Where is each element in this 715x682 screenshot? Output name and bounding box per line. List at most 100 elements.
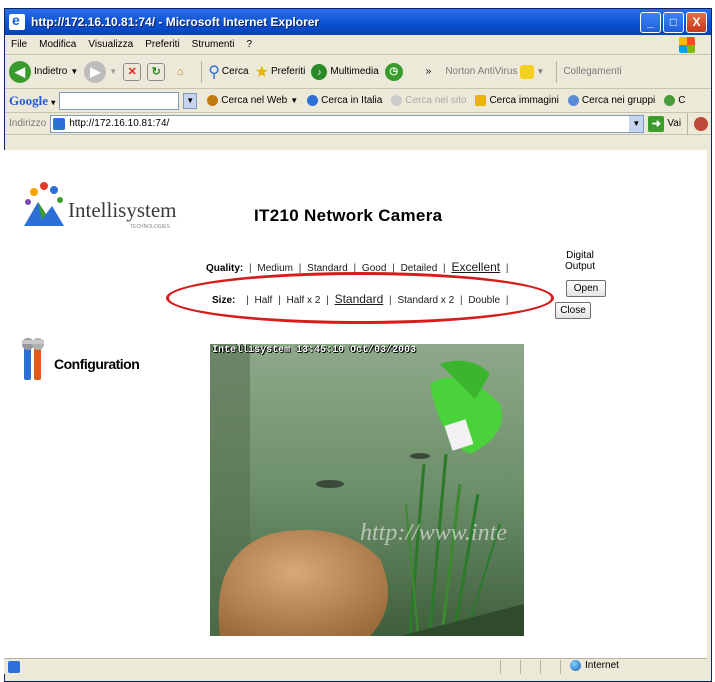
menu-help[interactable]: ? (246, 39, 252, 50)
search-groups-button[interactable]: Cerca nei gruppi (567, 95, 656, 106)
search-images-icon (475, 95, 487, 106)
search-images-button[interactable]: Cerca immagini (475, 95, 559, 106)
google-extra-label: C (678, 95, 686, 106)
address-bar: Indirizzo http://172.16.10.81:74/ ▼ ➜ Va… (5, 112, 711, 135)
back-label: Indietro (34, 66, 68, 77)
address-label: Indirizzo (9, 118, 47, 129)
address-url: http://172.16.10.81:74/ (69, 118, 170, 129)
google-history-dropdown[interactable]: ▼ (183, 92, 198, 109)
title-bar[interactable]: http://172.16.10.81:74/ - Microsoft Inte… (5, 9, 711, 35)
menu-strumenti[interactable]: Strumenti (192, 39, 235, 50)
address-input[interactable]: http://172.16.10.81:74/ ▼ (50, 114, 645, 133)
search-groups-icon (567, 95, 579, 106)
zone-label: Internet (585, 660, 619, 671)
home-icon: ⌂ (176, 65, 184, 78)
status-cell (560, 659, 561, 674)
refresh-icon: ↻ (147, 62, 166, 81)
norton-label: Norton AntiVirus (445, 66, 518, 77)
search-italy-label: Cerca in Italia (321, 95, 383, 106)
camera-image (210, 344, 524, 636)
page-content: Intellisystem TECHNOLOGIES IT210 Network… (4, 150, 707, 658)
configuration-tools-icon (22, 338, 44, 380)
norton-shield-icon[interactable] (694, 116, 708, 131)
status-cell (500, 659, 501, 674)
close-window-button[interactable]: X (686, 11, 707, 33)
stop-icon: ✕ (123, 62, 142, 81)
search-icon: ⚲ (208, 63, 220, 81)
search-label: Cerca (221, 66, 249, 77)
google-search-input[interactable] (59, 91, 180, 110)
menu-modifica[interactable]: Modifica (39, 39, 76, 50)
toolbar-chevron[interactable]: » (426, 66, 432, 77)
watermark-text: http://www.inte (360, 520, 507, 546)
annotation-ellipse (166, 272, 554, 324)
configuration-link[interactable]: Configuration (20, 338, 160, 384)
search-web-button[interactable]: Cerca nel Web ▼ (207, 95, 298, 106)
logo-subtext: TECHNOLOGIES (130, 224, 170, 230)
google-logo-text: Google (9, 92, 48, 108)
status-bar: Internet (4, 658, 707, 674)
search-site-icon (391, 95, 403, 106)
google-extra-button[interactable]: C (664, 95, 686, 106)
configuration-label: Configuration (54, 356, 140, 372)
digital-output-line2: Output (564, 261, 596, 272)
timestamp-overlay: Intellisystem 13:45:10 Oct/03/2003 (212, 345, 417, 356)
menu-file[interactable]: File (11, 39, 27, 50)
address-dropdown-icon[interactable]: ▼ (629, 115, 644, 132)
search-groups-label: Cerca nei gruppi (581, 95, 656, 106)
quality-label: Quality: (206, 263, 244, 274)
ie-icon (9, 12, 25, 30)
open-button[interactable]: Open (566, 280, 606, 297)
status-cell (540, 659, 541, 674)
search-web-dropdown-icon: ▼ (290, 96, 299, 105)
toolbar-separator (556, 60, 558, 83)
quality-excellent[interactable]: Excellent (451, 260, 500, 274)
camera-feed: Intellisystem 13:45:10 Oct/03/2003 http:… (210, 344, 524, 636)
go-arrow-icon: ➜ (648, 115, 665, 132)
menu-preferiti[interactable]: Preferiti (145, 39, 179, 50)
maximize-button[interactable]: □ (663, 11, 684, 33)
home-button[interactable]: ⌂ (171, 63, 189, 81)
forward-button[interactable]: ▶ ▼ (84, 60, 117, 83)
links-button[interactable]: Collegamenti (563, 66, 621, 77)
status-cell (520, 659, 521, 674)
forward-dropdown-icon[interactable]: ▼ (109, 67, 117, 76)
close-button[interactable]: Close (555, 302, 591, 319)
back-dropdown-icon[interactable]: ▼ (70, 67, 78, 76)
stop-button[interactable]: ✕ (123, 62, 142, 81)
search-button[interactable]: ⚲ Cerca (208, 62, 248, 82)
window-title: http://172.16.10.81:74/ - Microsoft Inte… (31, 15, 320, 29)
quality-medium[interactable]: Medium (257, 263, 293, 274)
go-button[interactable]: ➜ Vai (648, 115, 681, 132)
search-images-label: Cerca immagini (489, 95, 559, 106)
media-button[interactable]: ♪ Multimedia (311, 63, 379, 80)
minimize-button[interactable]: _ (640, 11, 661, 33)
search-italy-button[interactable]: Cerca in Italia (307, 95, 382, 106)
digital-output-line1: Digital (566, 250, 594, 261)
intellisystem-logo: Intellisystem TECHNOLOGIES (20, 180, 180, 234)
forward-arrow-icon: ▶ (84, 60, 107, 83)
norton-button[interactable]: Norton AntiVirus ▼ (445, 64, 544, 79)
media-label: Multimedia (330, 66, 379, 77)
google-dropdown-icon: ▾ (51, 97, 56, 107)
norton-dropdown-icon[interactable]: ▼ (536, 67, 544, 76)
refresh-button[interactable]: ↻ (147, 62, 166, 81)
back-arrow-icon: ◀ (9, 60, 31, 83)
search-site-label: Cerca nel sito (405, 95, 467, 106)
internet-globe-icon (570, 660, 581, 671)
search-italy-icon (307, 95, 319, 106)
menu-bar: File Modifica Visualizza Preferiti Strum… (5, 35, 711, 55)
intellisystem-logo-icon (24, 182, 64, 226)
toolbar-separator (201, 60, 203, 83)
search-site-button[interactable]: Cerca nel sito (391, 95, 466, 106)
menu-visualizza[interactable]: Visualizza (88, 39, 133, 50)
windows-logo-icon (679, 37, 695, 53)
history-button[interactable]: ◷ (384, 62, 406, 81)
favorites-button[interactable]: ★ Preferiti (255, 62, 306, 82)
back-button[interactable]: ◀ Indietro ▼ (9, 60, 78, 83)
page-icon (53, 117, 66, 130)
star-icon: ★ (254, 63, 269, 81)
norton-icon (520, 64, 535, 79)
history-icon: ◷ (384, 62, 403, 81)
google-logo[interactable]: Google ▾ (9, 93, 55, 109)
